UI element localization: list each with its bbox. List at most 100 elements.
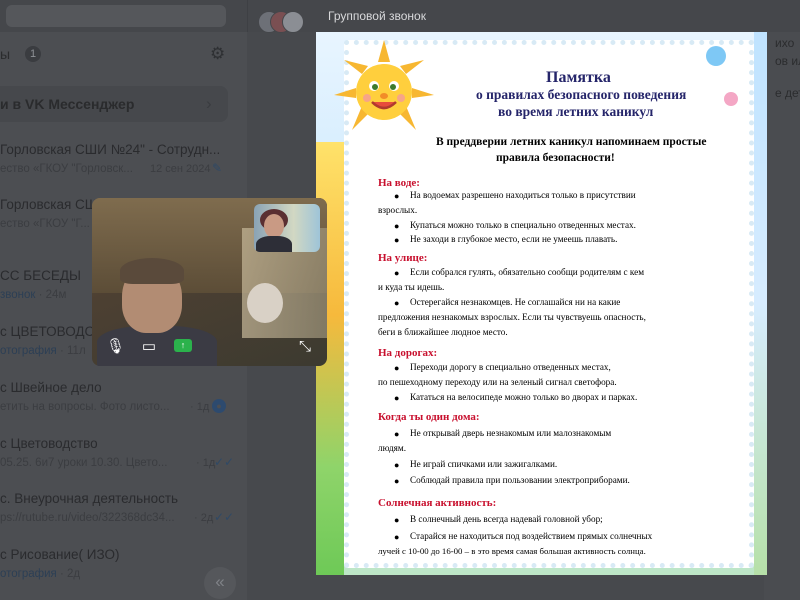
participant-video [120, 258, 184, 284]
memo-section-heading: На дорогах: [378, 347, 438, 359]
memo-line: Переходи дорогу в специально отведенных … [410, 362, 611, 372]
video-call-window[interactable]: 🎙 ▭ ↑ ⤡ [92, 198, 327, 366]
bullet-icon: ● [394, 363, 400, 373]
chat-list-item[interactable]: с. Внеурочная деятельность ps://rutube.r… [0, 491, 247, 547]
chat-title: с Рисование( ИЗО) [0, 547, 120, 562]
chat-preview: звонок · 24м [0, 289, 67, 301]
background-message-text: ов ил [775, 54, 800, 68]
flower-icon [724, 92, 738, 106]
chat-preview: отография · 11л [0, 345, 86, 357]
promo-title: и в VK Мессенджер [0, 96, 135, 112]
microphone-icon[interactable]: 🎙 [106, 338, 125, 356]
memo-line: Кататься на велосипеде можно только во д… [410, 392, 638, 402]
chat-time: 12 сен 2024 [150, 163, 211, 175]
self-view-video [256, 236, 292, 252]
bullet-icon: ● [394, 515, 400, 525]
memo-line: людям. [378, 443, 406, 453]
chat-title: с Цветоводство [0, 436, 98, 451]
chat-title: с Швейное дело [0, 380, 102, 395]
screen-share-icon[interactable]: ↑ [174, 339, 192, 352]
collapse-sidebar-button[interactable]: « [204, 567, 236, 599]
bullet-icon: ● [394, 532, 400, 542]
sidebar-topbar [0, 0, 247, 32]
chat-preview: ество «ГКОУ "Горловск... [0, 163, 133, 175]
bullet-icon: ● [394, 221, 400, 231]
gear-icon[interactable]: ⚙ [210, 44, 225, 64]
call-title: Групповой звонок [328, 9, 426, 23]
memo-line: предложения незнакомых взрослых. Если ты… [378, 312, 646, 322]
chat-preview: етить на вопросы. Фото листо... [0, 401, 170, 413]
memo-line: Старайся не находиться под воздействием … [410, 531, 653, 541]
memo-line: Остерегайся незнакомцев. Не соглашайся н… [410, 297, 621, 307]
exit-fullscreen-icon[interactable]: ⤡ [296, 338, 314, 356]
memo-subtitle: о правилах безопасного поведения [476, 87, 687, 102]
memo-line: В солнечный день всегда надевай головной… [410, 514, 603, 524]
shared-screen-memo: Памятка о правилах безопасного поведения… [316, 32, 767, 575]
chat-title: с. Внеурочная деятельность [0, 491, 179, 506]
camera-icon[interactable]: ▭ [138, 338, 160, 356]
background-message-text: ихо [775, 36, 795, 50]
memo-section-heading: На воде: [378, 177, 420, 189]
bullet-icon: ● [394, 476, 400, 486]
chats-header-title: ы [0, 46, 11, 62]
self-view-thumbnail[interactable] [254, 204, 320, 252]
memo-line: На водоемах разрешено находиться только … [410, 190, 636, 200]
read-check-icon: ✓✓ [214, 510, 235, 524]
read-check-icon: ✓✓ [214, 455, 235, 469]
chat-title: Горловская СШИ №24" - Сотрудн... [0, 142, 221, 157]
flower-icon [706, 46, 726, 66]
participants-avatars[interactable] [258, 11, 304, 33]
chat-time: · 2д [194, 512, 214, 524]
chat-time: · 1д [190, 401, 210, 413]
memo-line: Если собрался гулять, обязательно сообщи… [410, 267, 645, 277]
memo-section-heading: Солнечная активность: [378, 497, 497, 509]
chat-preview: 05.25. 6и7 уроки 10.30. Цвето... [0, 457, 168, 469]
memo-line: Соблюдай правила при пользовании электро… [410, 475, 630, 485]
decorative-strip [754, 32, 767, 575]
memo-line: Купаться можно только в специально отвед… [410, 220, 636, 230]
chat-preview: ество «ГКОУ "Г... [0, 218, 90, 230]
bullet-icon: ● [394, 393, 400, 403]
unread-count-badge: 1 [25, 46, 41, 62]
sun-icon [334, 40, 434, 130]
chat-time: · 1д [196, 457, 216, 469]
unread-indicator-icon: ● [212, 399, 226, 413]
memo-intro: В преддверии летних каникул напоминаем п… [436, 136, 707, 148]
background-message-area [764, 32, 800, 600]
memo-line: беги в ближайшее людное место. [378, 327, 508, 337]
chat-preview: ps://rutube.ru/video/322368dc34... [0, 512, 175, 524]
background-message-text: е дет [775, 86, 800, 100]
bullet-icon: ● [394, 429, 400, 439]
video-background [247, 283, 283, 323]
chat-list-item[interactable]: с Швейное дело етить на вопросы. Фото ли… [0, 380, 247, 436]
vk-messenger-promo[interactable]: и в VK Мессенджер › [0, 86, 228, 122]
call-header: Групповой звонок [247, 0, 800, 33]
memo-subtitle: во время летних каникул [498, 104, 654, 119]
memo-line: Не играй спичками или зажигалками. [410, 459, 558, 469]
bullet-icon: ● [394, 268, 400, 278]
chat-list-item[interactable]: с Цветоводство 05.25. 6и7 уроки 10.30. Ц… [0, 436, 247, 492]
bullet-icon: ● [394, 298, 400, 308]
memo-section-heading: Когда ты один дома: [378, 411, 480, 423]
chat-title: Горловская СШИ [0, 197, 107, 212]
memo-line: по пешеходному переходу или на зеленый с… [378, 377, 617, 387]
avatar [282, 11, 304, 33]
memo-title: Памятка [546, 69, 611, 86]
chevron-right-icon: › [206, 94, 212, 113]
chat-list-item[interactable]: Горловская СШИ №24" - Сотрудн... ество «… [0, 142, 247, 198]
memo-line: Не открывай дверь незнакомым или малозна… [410, 428, 612, 438]
memo-line: взрослых. [378, 205, 418, 215]
memo-line: Не заходи в глубокое место, если не умее… [410, 234, 618, 244]
pin-icon: ✎ [212, 161, 223, 175]
memo-section-heading: На улице: [378, 252, 428, 264]
search-input[interactable] [6, 5, 226, 27]
bullet-icon: ● [394, 460, 400, 470]
chats-header: ы 1 ⚙ [0, 44, 247, 66]
bullet-icon: ● [394, 235, 400, 245]
messenger-app: ы 1 ⚙ и в VK Мессенджер › Горловская СШИ… [0, 0, 800, 600]
memo-line: лучей с 10-00 до 16-00 – в это время сам… [378, 546, 646, 556]
chat-preview: отография · 2д [0, 568, 81, 580]
self-view-video [264, 214, 284, 238]
chat-title: СС БЕСЕДЫ [0, 268, 81, 283]
bullet-icon: ● [394, 191, 400, 201]
